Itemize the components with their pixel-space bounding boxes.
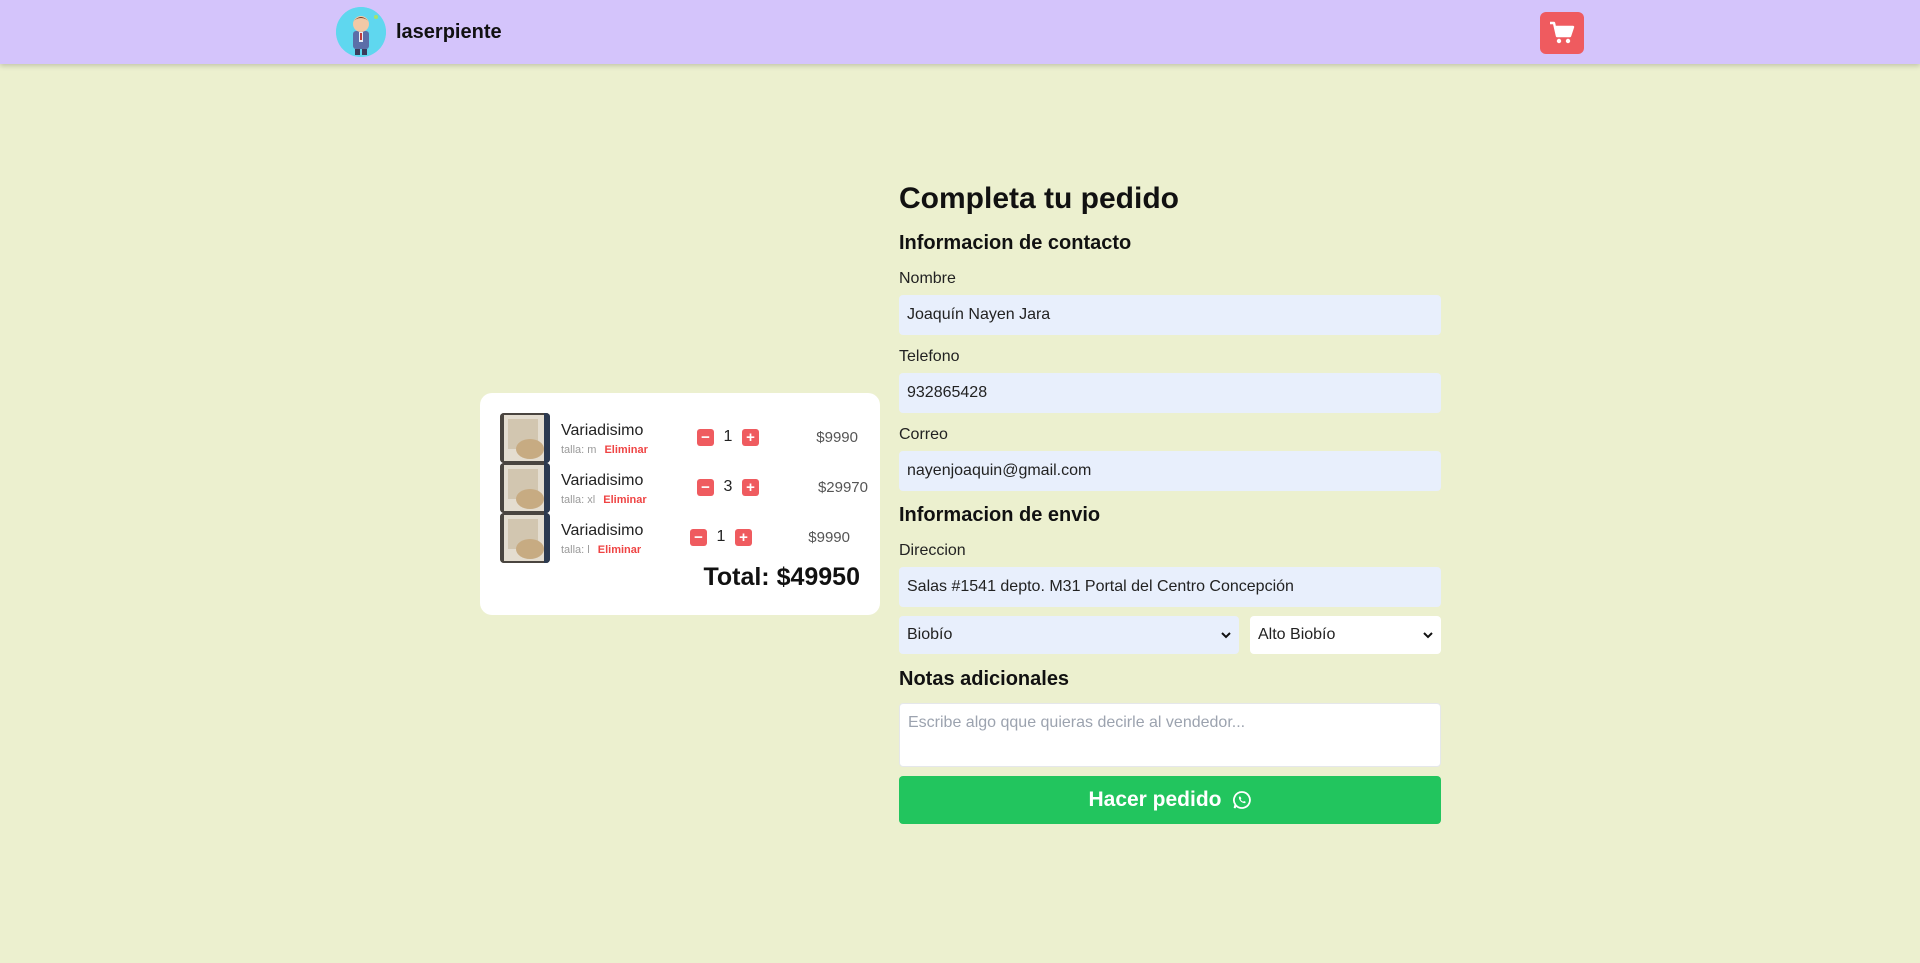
cart-item: Variadisimo talla: l Eliminar − 1 + $9990 xyxy=(500,513,868,563)
address-input[interactable] xyxy=(899,567,1441,607)
decrease-quantity-button[interactable]: − xyxy=(697,478,714,496)
place-order-label: Hacer pedido xyxy=(1088,788,1222,811)
whatsapp-icon xyxy=(1232,791,1251,809)
region-select-value: Biobío xyxy=(907,626,953,643)
product-thumbnail[interactable] xyxy=(500,413,550,463)
quantity-value: 1 xyxy=(716,528,726,545)
name-input[interactable] xyxy=(899,295,1441,335)
item-size-text: talla: xl xyxy=(561,494,596,506)
item-size: talla: m Eliminar xyxy=(561,444,648,456)
quantity-value: 3 xyxy=(723,478,733,495)
item-name: Variadisimo xyxy=(561,422,644,439)
chevron-down-icon xyxy=(1221,631,1231,638)
item-size: talla: xl Eliminar xyxy=(561,494,647,506)
quantity-stepper: − 3 + xyxy=(697,478,759,496)
top-navbar: laserpiente xyxy=(0,0,1920,64)
page-title: Completa tu pedido xyxy=(899,182,1179,215)
remove-item-button[interactable]: Eliminar xyxy=(604,444,647,456)
product-thumbnail[interactable] xyxy=(500,513,550,563)
cart-item: Variadisimo talla: m Eliminar − 1 + $9990 xyxy=(500,413,868,463)
item-size-text: talla: m xyxy=(561,444,597,456)
notes-placeholder: Escribe algo qque quieras decirle al ven… xyxy=(908,714,1246,731)
item-price: $29970 xyxy=(817,479,868,496)
name-label: Nombre xyxy=(899,270,956,287)
decrease-quantity-button[interactable]: − xyxy=(697,428,714,446)
place-order-button[interactable]: Hacer pedido xyxy=(899,776,1441,824)
item-size: talla: l Eliminar xyxy=(561,544,641,556)
brand-avatar xyxy=(336,7,386,57)
address-label: Direccion xyxy=(899,542,966,559)
quantity-stepper: − 1 + xyxy=(697,428,759,446)
brand-name: laserpiente xyxy=(396,20,502,43)
quantity-value: 1 xyxy=(723,428,733,445)
notes-heading: Notas adicionales xyxy=(899,668,1070,690)
cart-button[interactable] xyxy=(1540,12,1584,54)
email-input[interactable] xyxy=(899,451,1441,491)
item-name: Variadisimo xyxy=(561,472,644,489)
item-price: $9990 xyxy=(808,529,850,546)
increase-quantity-button[interactable]: + xyxy=(742,478,759,496)
product-thumbnail[interactable] xyxy=(500,463,550,513)
email-label: Correo xyxy=(899,426,948,443)
phone-label: Telefono xyxy=(899,348,960,365)
cart-item: Variadisimo talla: xl Eliminar − 3 + $299… xyxy=(500,463,868,513)
commune-select-value: Alto Biobío xyxy=(1258,626,1336,643)
shopping-cart-icon xyxy=(1550,21,1575,44)
cart-total: Total: $49950 xyxy=(703,563,860,591)
commune-select[interactable]: Alto Biobío xyxy=(1250,616,1441,654)
notes-textarea[interactable]: Escribe algo qque quieras decirle al ven… xyxy=(899,703,1441,767)
remove-item-button[interactable]: Eliminar xyxy=(603,494,646,506)
increase-quantity-button[interactable]: + xyxy=(735,528,752,546)
shipping-heading: Informacion de envio xyxy=(899,504,1101,526)
decrease-quantity-button[interactable]: − xyxy=(690,528,707,546)
chevron-down-icon xyxy=(1423,631,1433,638)
increase-quantity-button[interactable]: + xyxy=(742,428,759,446)
brand[interactable]: laserpiente xyxy=(336,7,502,57)
item-price: $9990 xyxy=(816,429,858,446)
item-name: Variadisimo xyxy=(561,522,644,539)
remove-item-button[interactable]: Eliminar xyxy=(598,544,641,556)
phone-input[interactable] xyxy=(899,373,1441,413)
quantity-stepper: − 1 + xyxy=(690,528,752,546)
region-select[interactable]: Biobío xyxy=(899,616,1239,654)
contact-heading: Informacion de contacto xyxy=(899,232,1132,254)
item-size-text: talla: l xyxy=(561,544,590,556)
cart-summary: Variadisimo talla: m Eliminar − 1 + $9990… xyxy=(480,393,880,615)
